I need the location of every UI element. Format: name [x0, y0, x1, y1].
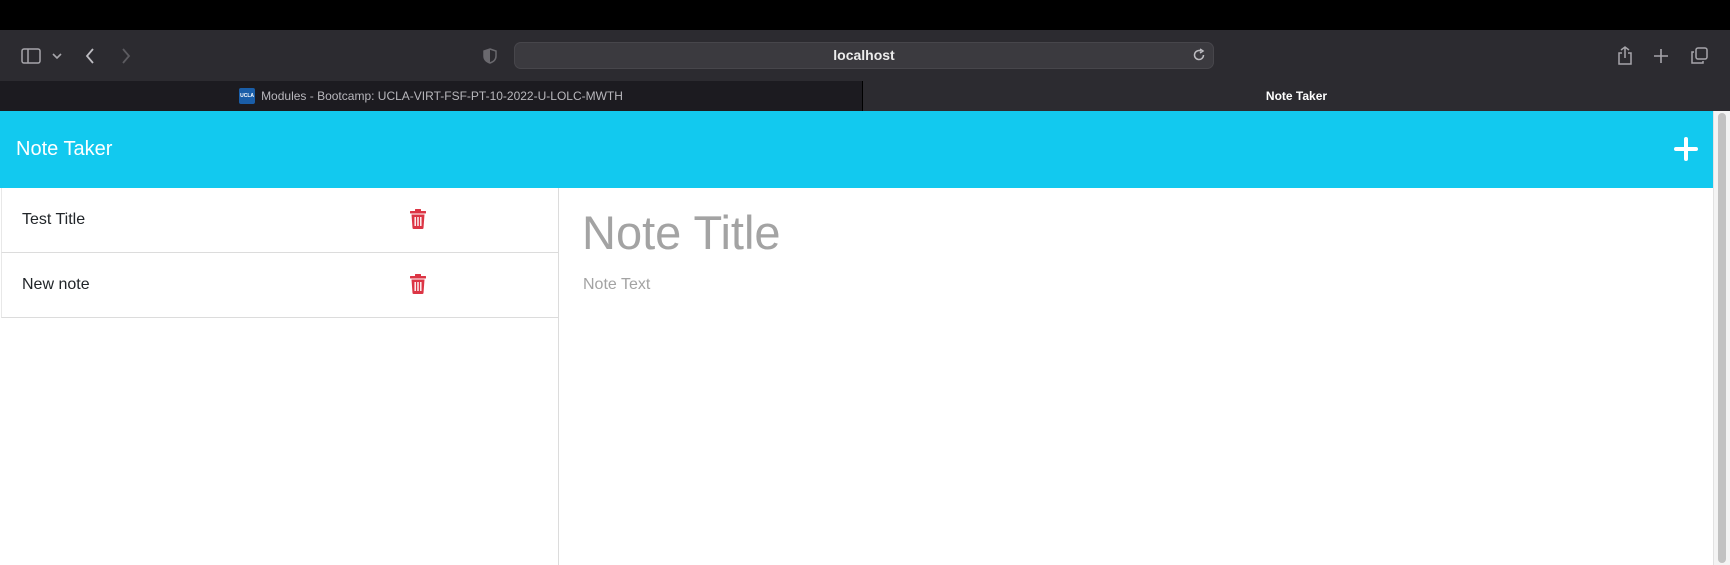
menu-bar [0, 0, 1730, 30]
back-icon[interactable] [82, 30, 98, 81]
trash-icon [410, 209, 426, 229]
plus-icon [1674, 137, 1698, 161]
note-editor [559, 188, 1713, 565]
privacy-shield-icon[interactable] [482, 30, 498, 81]
chevron-down-icon[interactable] [50, 30, 64, 81]
forward-icon[interactable] [118, 30, 134, 81]
address-bar[interactable]: localhost [514, 42, 1214, 69]
share-icon[interactable] [1616, 30, 1634, 81]
url-text: localhost [833, 47, 895, 63]
new-tab-icon[interactable] [1652, 30, 1670, 81]
delete-button[interactable] [408, 209, 428, 231]
note-title[interactable]: New note [22, 253, 90, 317]
app-title[interactable]: Note Taker [16, 111, 112, 188]
tab-note-taker[interactable]: Note Taker [863, 81, 1730, 111]
scrollbar-thumb[interactable] [1718, 113, 1726, 563]
notes-list: Test Title New note [0, 188, 559, 565]
delete-button[interactable] [408, 274, 428, 296]
sidebar-icon[interactable] [20, 30, 42, 81]
tab-label: Note Taker [1265, 89, 1328, 103]
reload-icon[interactable] [1192, 48, 1206, 67]
list-item[interactable]: New note [1, 253, 558, 318]
browser-toolbar: localhost [0, 30, 1730, 81]
page-scrollbar[interactable] [1713, 111, 1730, 565]
note-title[interactable]: Test Title [22, 188, 85, 252]
app-header: Note Taker [0, 111, 1713, 188]
trash-icon [410, 274, 426, 294]
list-item[interactable]: Test Title [1, 188, 558, 253]
tab-overview-icon[interactable] [1690, 30, 1708, 81]
tab-label: Modules - Bootcamp: UCLA-VIRT-FSF-PT-10-… [261, 89, 623, 103]
tab-bar: UCLA Modules - Bootcamp: UCLA-VIRT-FSF-P… [0, 81, 1730, 111]
note-text-input[interactable] [583, 276, 1683, 546]
tab-modules[interactable]: UCLA Modules - Bootcamp: UCLA-VIRT-FSF-P… [0, 81, 863, 111]
ucla-favicon: UCLA [239, 88, 256, 104]
new-note-button[interactable] [1672, 135, 1700, 163]
note-title-input[interactable] [582, 202, 1682, 262]
